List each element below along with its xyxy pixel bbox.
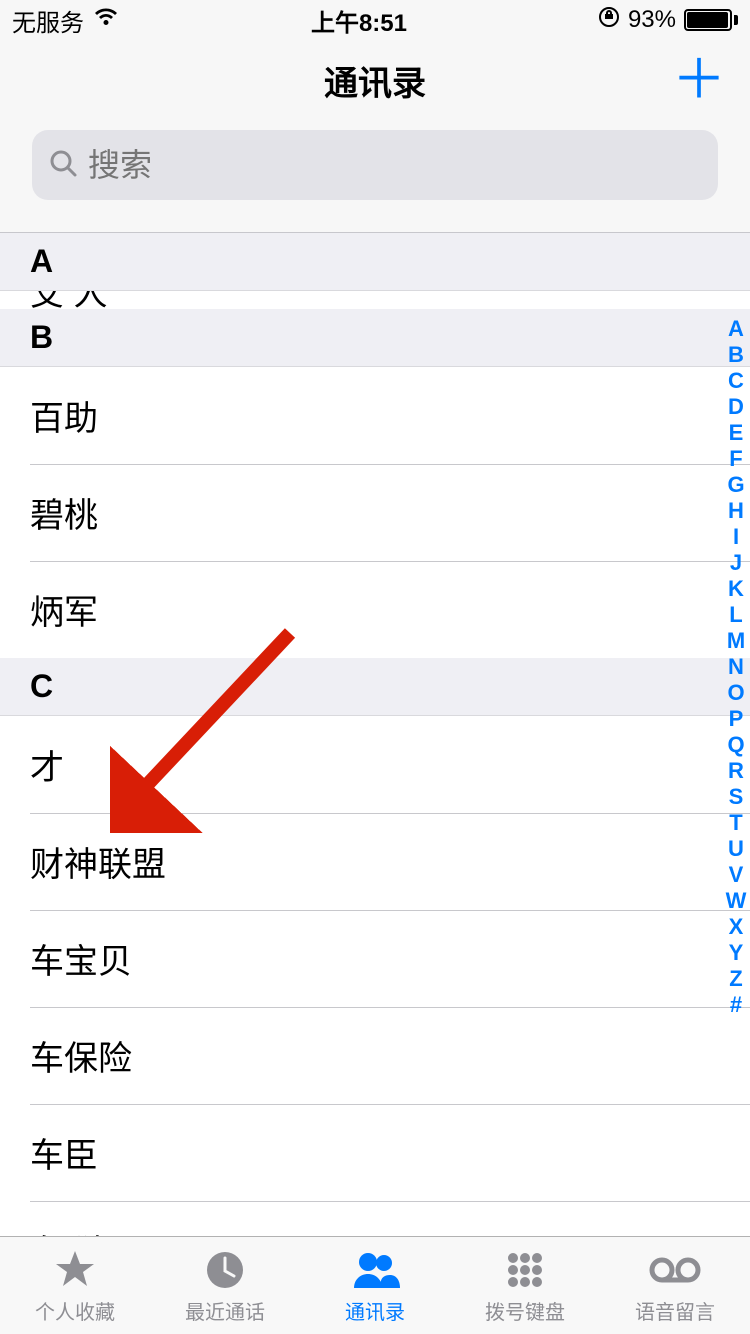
contact-row[interactable]: 炳军	[0, 561, 750, 658]
index-letter[interactable]: G	[727, 472, 744, 498]
index-letter[interactable]: F	[729, 446, 742, 472]
tab-label: 语音留言	[635, 1296, 715, 1325]
index-letter[interactable]: S	[729, 784, 744, 810]
index-letter[interactable]: J	[730, 550, 742, 576]
index-letter[interactable]: C	[728, 368, 744, 394]
index-letter[interactable]: W	[726, 888, 747, 914]
section-header-c: C	[0, 658, 750, 716]
index-letter[interactable]: T	[729, 810, 742, 836]
index-letter[interactable]: A	[728, 316, 744, 342]
index-letter[interactable]: V	[729, 862, 744, 888]
contact-row[interactable]: 车宝贝	[0, 910, 750, 1007]
index-letter[interactable]: U	[728, 836, 744, 862]
index-letter[interactable]: #	[730, 992, 742, 1018]
clock-text: 上午8:51	[311, 3, 407, 38]
tab-label: 拨号键盘	[485, 1296, 565, 1325]
index-letter[interactable]: K	[728, 576, 744, 602]
index-letter[interactable]: Q	[727, 732, 744, 758]
tab-label: 个人收藏	[35, 1296, 115, 1325]
add-contact-button[interactable]: ＋	[672, 53, 726, 107]
index-letter[interactable]: X	[729, 914, 744, 940]
index-letter[interactable]: L	[729, 602, 742, 628]
alpha-index[interactable]: ABCDEFGHIJKLMNOPQRSTUVWXYZ#	[724, 316, 748, 1018]
star-icon	[53, 1246, 97, 1294]
tab-keypad[interactable]: 拨号键盘	[450, 1237, 600, 1334]
battery-percent: 93%	[628, 6, 676, 34]
contacts-icon	[350, 1246, 400, 1294]
section-header-b: B	[0, 309, 750, 367]
search-box[interactable]	[32, 130, 718, 200]
contact-row[interactable]: 财神联盟	[0, 813, 750, 910]
contact-row[interactable]: 才	[0, 716, 750, 813]
clock-icon	[203, 1246, 247, 1294]
partial-row[interactable]: 艾 人	[0, 291, 750, 309]
orientation-lock-icon	[598, 6, 620, 35]
tab-recents[interactable]: 最近通话	[150, 1237, 300, 1334]
search-container	[0, 120, 750, 218]
contact-row[interactable]: 车保险	[0, 1007, 750, 1104]
page-title: 通讯录	[324, 56, 426, 105]
index-letter[interactable]: R	[728, 758, 744, 784]
contact-row[interactable]: 百助	[0, 367, 750, 464]
tab-label: 最近通话	[185, 1296, 265, 1325]
index-letter[interactable]: I	[733, 524, 739, 550]
index-letter[interactable]: O	[727, 680, 744, 706]
index-letter[interactable]: D	[728, 394, 744, 420]
wifi-icon	[92, 6, 120, 35]
tab-bar: 个人收藏 最近通话 通讯录 拨号键盘 语音留言	[0, 1236, 750, 1334]
search-icon	[48, 148, 78, 183]
keypad-icon	[503, 1246, 547, 1294]
tab-favorites[interactable]: 个人收藏	[0, 1237, 150, 1334]
contact-row[interactable]: 车(独)	[0, 1201, 750, 1236]
voicemail-icon	[648, 1246, 702, 1294]
tab-label: 通讯录	[345, 1296, 405, 1325]
battery-icon	[684, 9, 738, 31]
tab-voicemail[interactable]: 语音留言	[600, 1237, 750, 1334]
index-letter[interactable]: Z	[729, 966, 742, 992]
search-input[interactable]	[88, 147, 702, 184]
section-header-a: A	[0, 233, 750, 291]
contact-row[interactable]: 车臣	[0, 1104, 750, 1201]
index-letter[interactable]: P	[729, 706, 744, 732]
index-letter[interactable]: M	[727, 628, 745, 654]
carrier-text: 无服务	[12, 3, 84, 38]
index-letter[interactable]: Y	[729, 940, 744, 966]
contact-row[interactable]: 碧桃	[0, 464, 750, 561]
contacts-list[interactable]: A 艾 人 B 百助 碧桃 炳军 C 才 财神联盟 车宝贝 车保险 车臣 车(独…	[0, 232, 750, 1236]
nav-bar: 通讯录 ＋	[0, 40, 750, 120]
index-letter[interactable]: B	[728, 342, 744, 368]
index-letter[interactable]: N	[728, 654, 744, 680]
tab-contacts[interactable]: 通讯录	[300, 1237, 450, 1334]
index-letter[interactable]: H	[728, 498, 744, 524]
status-bar: 无服务 上午8:51 93%	[0, 0, 750, 40]
index-letter[interactable]: E	[729, 420, 744, 446]
